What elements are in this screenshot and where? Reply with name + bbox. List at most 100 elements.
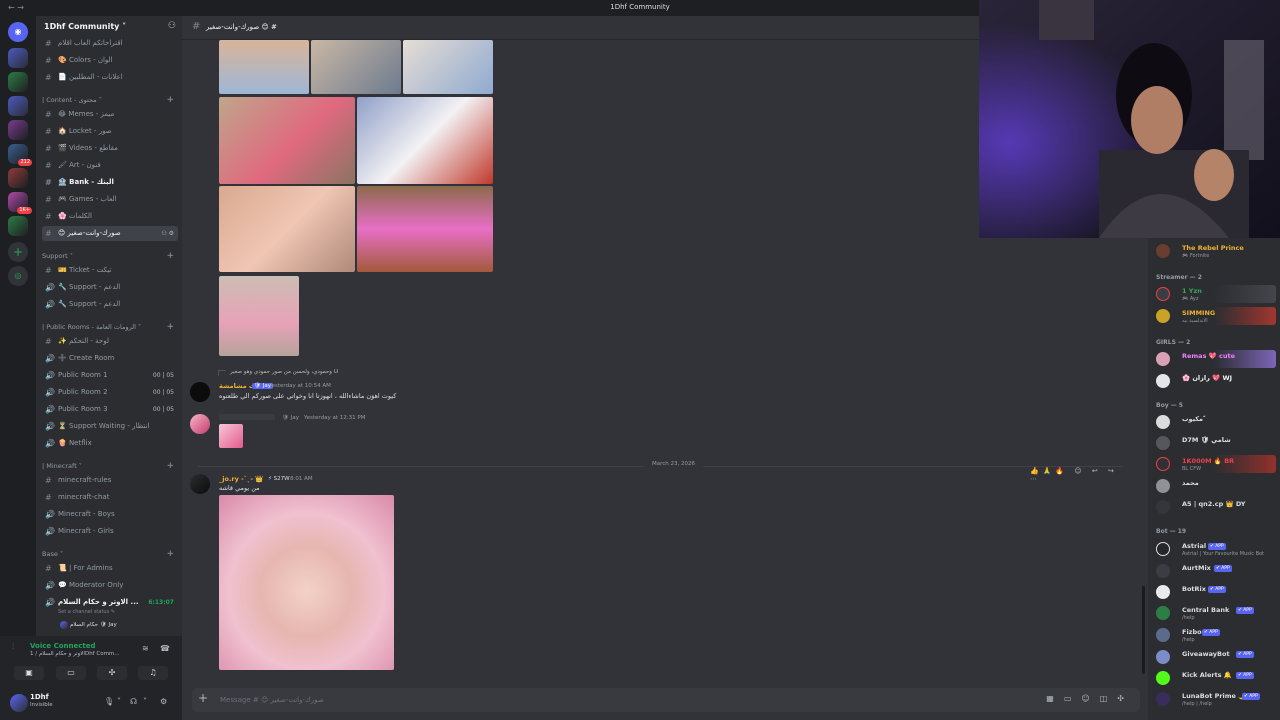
voice-channel-item[interactable]: 🔊 ⏳ Support Waiting - انتظار [42, 419, 178, 434]
server-icon[interactable] [8, 96, 28, 116]
voice-channel-item[interactable]: 🔊 Public Room 3 00 | 05 [42, 402, 178, 417]
invite-icon[interactable]: ⚇ [168, 21, 176, 31]
add-channel-icon[interactable]: + [166, 459, 174, 473]
voice-channel-item[interactable]: 🔊 ➕ Create Room [42, 351, 178, 366]
member-item[interactable]: GiveawayBot ✔ APP [1152, 647, 1280, 667]
voice-channel-item[interactable]: 🔊 Public Room 2 00 | 05 [42, 385, 178, 400]
activities-icon[interactable]: ✣ [97, 666, 127, 680]
channel-item[interactable]: # 🌸 الكلمات [42, 209, 178, 224]
add-channel-icon[interactable]: + [166, 249, 174, 263]
scrollbar[interactable] [1142, 586, 1145, 674]
member-item[interactable]: 🌸 رازان 💖 WJ [1152, 371, 1280, 391]
username[interactable]: _jo.ry -`ˎ- 👑 [219, 475, 263, 483]
channel-item[interactable]: # 📜 | For Admins [42, 561, 178, 576]
server-name[interactable]: 1Dhf Community ˅ [44, 22, 126, 31]
attachment-image[interactable] [219, 276, 299, 356]
voice-channel-item[interactable]: 🔊 🍿 Netflix [42, 436, 178, 451]
add-channel-icon[interactable]: + [166, 320, 174, 334]
add-server-icon[interactable]: + [8, 242, 28, 262]
disconnect-icon[interactable]: ☎ [160, 644, 170, 653]
category-minecraft[interactable]: | Minecraft ˅ + [42, 459, 178, 473]
composer-tools[interactable]: ▦▭☺◫✣ [1046, 694, 1134, 703]
channel-item[interactable]: # اقتراحاتكم العاب اقلام [42, 36, 178, 51]
avatar[interactable] [190, 474, 210, 494]
attachment-image[interactable] [219, 186, 355, 272]
category-support[interactable]: Support ˅ + [42, 249, 178, 263]
chevron-down-icon[interactable]: ˅ [117, 697, 121, 706]
channel-item[interactable]: # minecraft-chat [42, 490, 178, 505]
screen-share-icon[interactable]: ▭ [56, 666, 86, 680]
voice-channel-item[interactable]: 🔊 💬 Moderator Only [42, 578, 178, 593]
member-item[interactable]: 1 Yzn 🎮 Ayz [1152, 284, 1280, 304]
user-avatar[interactable] [10, 694, 28, 712]
message-composer[interactable]: + Message # 😊 صورك-وانت-صغير ▦▭☺◫✣ [192, 688, 1140, 712]
member-item[interactable]: Kick Alerts 🔔 ✔ APP [1152, 668, 1280, 688]
member-item[interactable]: A5 | qn2.cp 👑 DY [1152, 497, 1280, 517]
user-name[interactable]: 1Dhf [30, 693, 49, 701]
channel-item[interactable]: # 🏦 Bank - البنك [42, 175, 178, 190]
channel-item[interactable]: # minecraft-rules [42, 473, 178, 488]
channel-status[interactable]: Set a channel status ✎ [58, 609, 115, 615]
chevron-down-icon[interactable]: ˅ [143, 697, 147, 706]
voice-channel-item[interactable]: 🔊 🔧 Support - الدعم [42, 297, 178, 312]
attachment-image[interactable] [219, 40, 309, 94]
channel-item[interactable]: # 🎨 Colors - الوان [42, 53, 178, 68]
server-icon[interactable]: 212 [8, 144, 32, 166]
member-item[interactable]: Central Bank ✔ APP /help [1152, 603, 1280, 623]
gear-icon[interactable]: ⚙ [160, 697, 167, 706]
member-item[interactable]: SIMMING الاندلسية بيه [1152, 306, 1280, 326]
channel-item-selected[interactable]: # 😊 صورك-وانت-صغير ⚇ ⚙ [42, 226, 178, 241]
voice-member[interactable]: حكام السلام 🛡 Jay [70, 622, 117, 628]
explore-icon[interactable]: ◎ [8, 266, 28, 286]
microphone-icon[interactable]: 🎙 [104, 697, 114, 706]
server-icon[interactable] [8, 120, 28, 140]
category-base[interactable]: Base ˅ + [42, 547, 178, 561]
member-item[interactable]: BotRix ✔ APP [1152, 582, 1280, 602]
member-item[interactable]: محمد [1152, 476, 1280, 496]
upload-plus-icon[interactable]: + [198, 691, 208, 705]
channel-item[interactable]: # 🎫 Ticket - تيكت [42, 263, 178, 278]
headphones-icon[interactable]: ☊ [130, 697, 137, 706]
server-icon[interactable] [8, 216, 28, 236]
reply-preview[interactable]: انا وحمودي، ولحسن من صور حمودي وهو صغير [230, 369, 338, 375]
discord-home-icon[interactable]: ◉ [8, 22, 28, 42]
channel-item[interactable]: # ✨ لوحة - التحكم [42, 334, 178, 349]
add-channel-icon[interactable]: + [166, 93, 174, 107]
voice-channel-item[interactable]: 🔊 Minecraft - Boys [42, 507, 178, 522]
soundboard-icon[interactable]: ♫ [138, 666, 168, 680]
member-item[interactable]: Astrial ✔ APP Astrial | Your Favourite M… [1152, 539, 1280, 559]
avatar[interactable] [190, 382, 210, 402]
voice-channel-item[interactable]: 🔊 🔧 Support - الدعم [42, 280, 178, 295]
server-icon[interactable] [8, 168, 28, 188]
category-public-rooms[interactable]: | Public Rooms - الرومات العامة ˅ + [42, 320, 178, 334]
server-icon[interactable]: 1K+ [8, 192, 32, 214]
message-actions[interactable]: 👍🙏🔥 ☺ ↩ ↪ ⋯ [1030, 467, 1130, 483]
channel-item[interactable]: # 🏠 Locket - صور [42, 124, 178, 139]
video-icon[interactable]: ▣ [14, 666, 44, 680]
channel-item[interactable]: # 🎮 Games - العاب [42, 192, 178, 207]
member-item[interactable]: LunaBot Prime 🌙 ✔ APP /help | /help [1152, 689, 1280, 709]
voice-channel-path[interactable]: الاوتر و حكام السلام / 1Dhf Comm... [30, 651, 120, 657]
server-header[interactable]: 1Dhf Community ˅ ⚇ [36, 16, 182, 38]
member-item[interactable]: D7M 🛡 شامي [1152, 433, 1280, 453]
avatar[interactable] [190, 414, 210, 434]
channel-item[interactable]: # 🖌 Art - فنون [42, 158, 178, 173]
message-input[interactable]: Message # 😊 صورك-وانت-صغير [220, 696, 324, 704]
channel-item[interactable]: # 🎬 Videos - مقاطع [42, 141, 178, 156]
member-item[interactable]: مكيوب ً [1152, 412, 1280, 432]
noise-suppression-icon[interactable]: ≋ [142, 644, 149, 653]
username-redacted[interactable] [219, 414, 275, 420]
voice-channel-item-active[interactable]: 🔊 الاوتر و حكام السلام ... 6:13:07 [42, 595, 178, 610]
member-item[interactable]: The Rebel Prince 🎮 Fortnite [1152, 241, 1280, 261]
attachment-image[interactable] [219, 97, 355, 184]
add-channel-icon[interactable]: + [166, 547, 174, 561]
channel-item[interactable]: # 📄 اعلانات - المطلبين [42, 70, 178, 85]
voice-channel-item[interactable]: 🔊 Minecraft - Girls [42, 524, 178, 539]
member-item[interactable]: Fizbo ✔ APP /help [1152, 625, 1280, 645]
server-icon[interactable] [8, 48, 28, 68]
attachment-image[interactable] [311, 40, 401, 94]
member-item[interactable]: AurtMix ✔ APP [1152, 561, 1280, 581]
member-item[interactable]: 1K000M 🔥 BR BL CFW [1152, 454, 1280, 474]
attachment-image[interactable] [403, 40, 493, 94]
member-item[interactable]: Remas 💖 cute [1152, 349, 1280, 369]
